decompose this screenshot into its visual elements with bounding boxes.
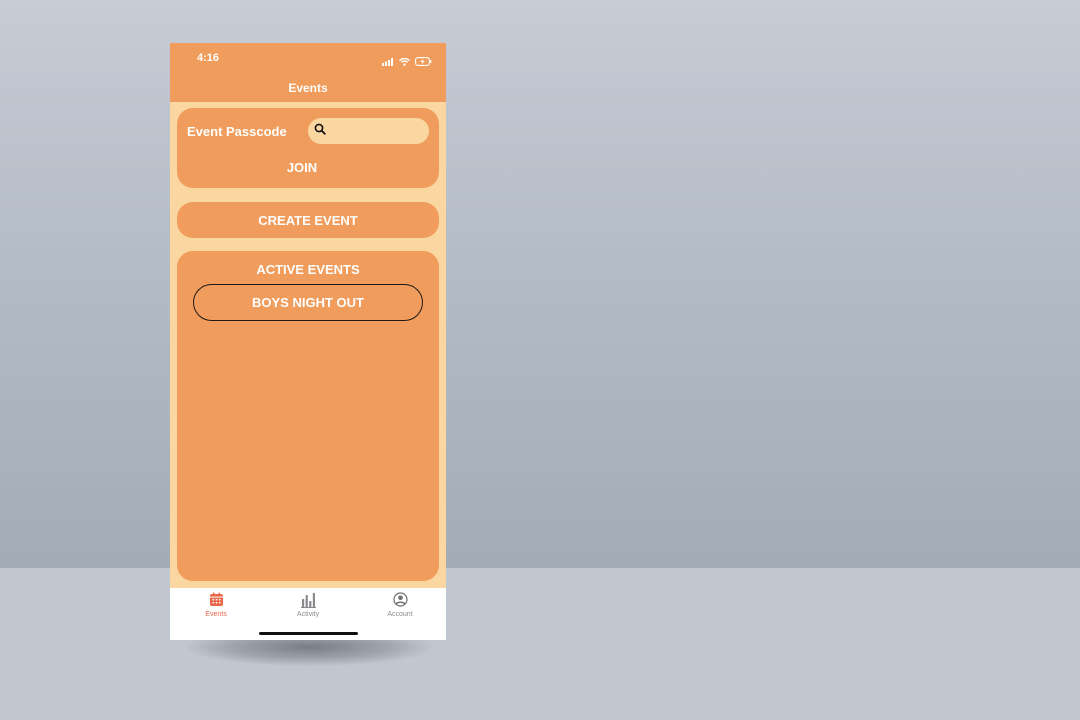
- tab-activity-label: Activity: [296, 611, 320, 618]
- tab-account[interactable]: Account: [354, 592, 446, 622]
- tab-events-label: Events: [205, 611, 227, 618]
- status-time: 4:16: [197, 52, 220, 64]
- search-icon: [314, 122, 326, 140]
- passcode-input[interactable]: [332, 124, 422, 138]
- create-event-button[interactable]: CREATE EVENT: [177, 202, 439, 238]
- tab-account-label: Account: [387, 611, 413, 618]
- status-icons: [382, 53, 432, 71]
- bar-chart-icon: [262, 592, 354, 609]
- tab-events[interactable]: Events: [170, 592, 262, 622]
- event-list-item[interactable]: BOYS NIGHT OUT: [193, 284, 423, 321]
- cellular-signal-icon: [382, 53, 394, 71]
- backdrop-floor: [0, 568, 1080, 720]
- home-indicator[interactable]: [259, 632, 358, 635]
- tab-activity[interactable]: Activity: [262, 592, 354, 622]
- page-title: Events: [288, 81, 328, 95]
- phone-screen: 4:16 Events Event Passcode JOIN CREATE E…: [170, 43, 446, 640]
- active-events-title: ACTIVE EVENTS: [256, 262, 360, 277]
- battery-charging-icon: [415, 53, 432, 71]
- wifi-icon: [399, 53, 410, 71]
- active-events-card: ACTIVE EVENTS BOYS NIGHT OUT: [177, 251, 439, 581]
- join-button[interactable]: JOIN: [177, 160, 427, 175]
- backdrop-wall: [0, 0, 1080, 568]
- top-bar: 4:16 Events: [170, 43, 446, 102]
- account-icon: [354, 592, 446, 609]
- calendar-icon: [170, 592, 262, 609]
- tab-bar: Events Activity Account: [170, 588, 446, 640]
- passcode-label: Event Passcode: [187, 124, 287, 139]
- join-event-card: Event Passcode JOIN: [177, 108, 439, 188]
- passcode-field[interactable]: [308, 118, 429, 144]
